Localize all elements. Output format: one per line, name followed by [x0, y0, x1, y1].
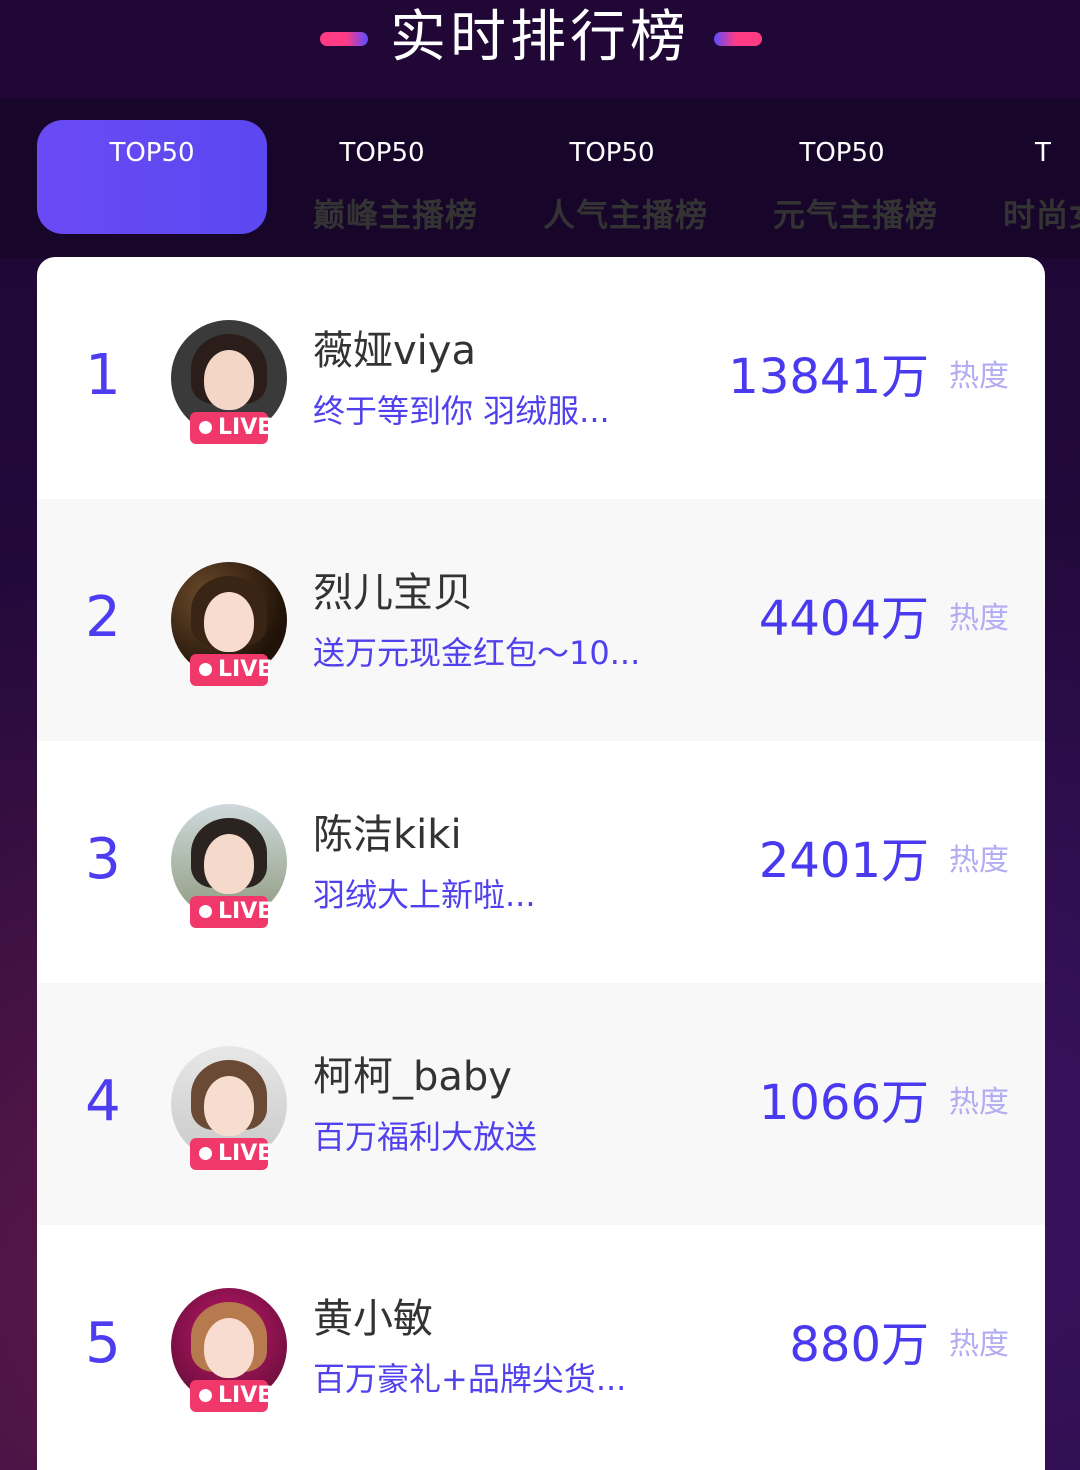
rank-number: 5 — [85, 1311, 121, 1376]
live-dot-icon — [199, 1147, 212, 1160]
tab-top-label: T — [1035, 138, 1051, 168]
live-badge: LIVE — [190, 896, 272, 928]
heat-value: 880万 — [789, 1317, 929, 1373]
ranking-page: 实时排行榜 TOP50 巅峰主播榜 TOP50 人气主播榜 TOP50 元气主播… — [0, 0, 1080, 1470]
live-dot-icon — [199, 421, 212, 434]
live-badge: LIVE — [190, 1380, 272, 1412]
live-dot-icon — [199, 663, 212, 676]
heat-label: 热度 — [949, 1085, 1009, 1120]
live-dot-icon — [199, 905, 212, 918]
live-badge: LIVE — [190, 412, 272, 444]
heat-value: 1066万 — [758, 1075, 929, 1131]
rank-number: 3 — [85, 827, 121, 892]
ranking-row[interactable]: 2 LIVE 烈儿宝贝 送万元现金红包～10... 4404万 热度 — [37, 499, 1045, 741]
heat-label: 热度 — [949, 1327, 1009, 1362]
category-tabs: TOP50 巅峰主播榜 TOP50 人气主播榜 TOP50 元气主播榜 TOP5… — [0, 98, 1080, 258]
heat-label: 热度 — [949, 601, 1009, 636]
tab-peak-anchor[interactable]: TOP50 巅峰主播榜 — [37, 120, 477, 234]
anchor-description: 送万元现金红包～10... — [313, 634, 641, 672]
tab-fashion-womenswear[interactable]: TOP50 时尚女装榜 — [727, 120, 1080, 234]
heat-value: 13841万 — [728, 349, 929, 405]
anchor-name: 黄小敏 — [313, 1296, 433, 1342]
anchor-description: 终于等到你 羽绒服... — [313, 392, 610, 430]
tab-top-label: TOP50 — [799, 138, 885, 168]
ranking-row[interactable]: 3 LIVE 陈洁kiki 羽绒大上新啦... 2401万 热度 — [37, 741, 1045, 983]
anchor-name: 薇娅viya — [313, 328, 476, 374]
tab-top-label: TOP50 — [339, 138, 425, 168]
anchor-description: 百万福利大放送 — [313, 1118, 538, 1156]
anchor-name: 陈洁kiki — [313, 812, 462, 858]
ranking-row[interactable]: 4 LIVE 柯柯_baby 百万福利大放送 1066万 热度 — [37, 983, 1045, 1225]
anchor-description: 羽绒大上新啦... — [313, 876, 536, 914]
heat-label: 热度 — [949, 359, 1009, 394]
ranking-row[interactable]: 5 LIVE 黄小敏 百万豪礼+品牌尖货... 880万 热度 — [37, 1225, 1045, 1467]
tab-popular-anchor[interactable]: TOP50 人气主播榜 — [267, 120, 707, 234]
heat-value: 2401万 — [758, 833, 929, 889]
anchor-name: 柯柯_baby — [313, 1054, 512, 1100]
page-title: 实时排行榜 — [390, 5, 690, 70]
rank-number: 4 — [85, 1069, 121, 1134]
live-badge: LIVE — [190, 654, 272, 686]
heat-label: 热度 — [949, 843, 1009, 878]
tab-top-label: TOP50 — [109, 138, 195, 168]
ranking-row[interactable]: 1 LIVE 薇娅viya 终于等到你 羽绒服... 13841万 热度 — [37, 257, 1045, 499]
title-decoration-right — [714, 32, 762, 46]
anchor-description: 百万豪礼+品牌尖货... — [313, 1360, 627, 1398]
header: 实时排行榜 — [0, 0, 1080, 98]
heat-value: 4404万 — [758, 591, 929, 647]
ranking-list: 1 LIVE 薇娅viya 终于等到你 羽绒服... 13841万 热度 2 L… — [37, 257, 1045, 1470]
live-badge: LIVE — [190, 1138, 272, 1170]
tab-heartbeat[interactable]: T 心动 — [957, 120, 1080, 234]
tab-vitality-anchor[interactable]: TOP50 元气主播榜 — [497, 120, 937, 234]
live-dot-icon — [199, 1389, 212, 1402]
tab-top-label: TOP50 — [569, 138, 655, 168]
rank-number: 2 — [85, 585, 121, 650]
anchor-name: 烈儿宝贝 — [313, 570, 473, 616]
rank-number: 1 — [85, 343, 121, 408]
